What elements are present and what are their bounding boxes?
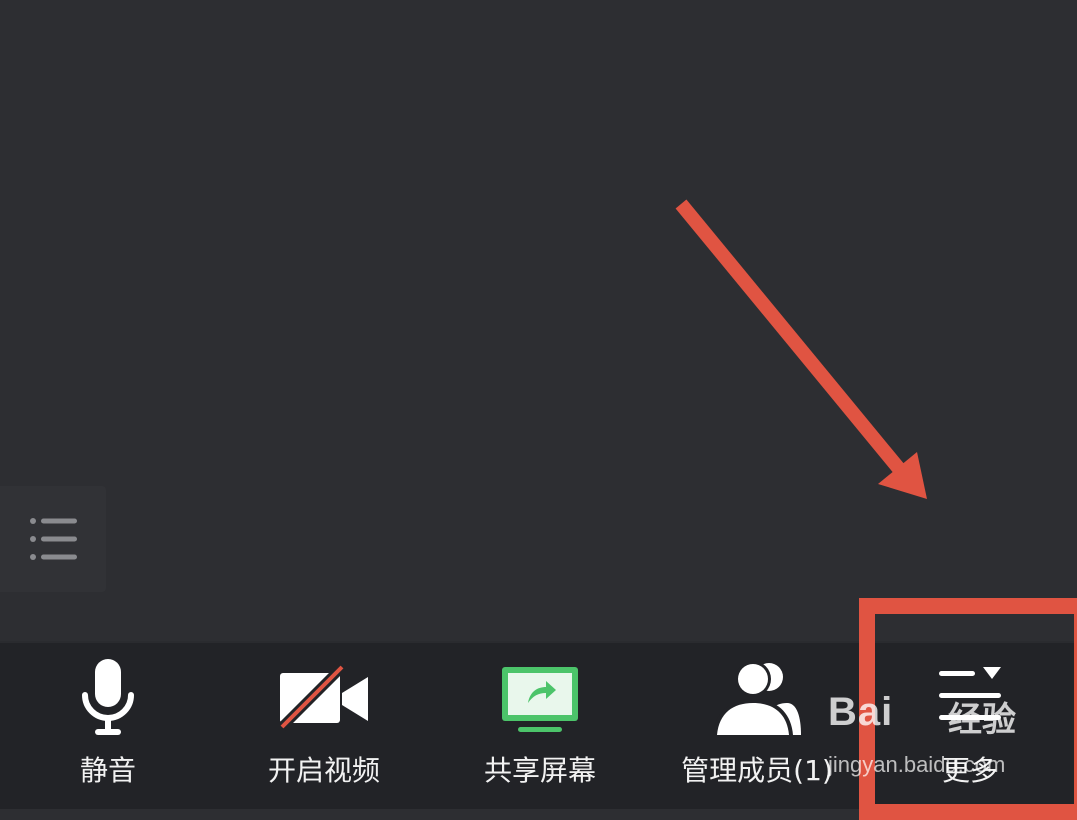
share-screen-button[interactable]: 共享屏幕 xyxy=(460,643,620,809)
more-button[interactable]: 更多 xyxy=(900,643,1040,809)
mute-label: 静音 xyxy=(79,754,136,787)
meeting-toolbar: 静音 开启视频 共享屏幕 管理成员(1) 更多 xyxy=(0,641,1077,809)
start-video-button[interactable]: 开启视频 xyxy=(234,643,414,809)
video-area xyxy=(0,0,1077,641)
more-menu-icon xyxy=(939,667,1001,720)
start-video-label: 开启视频 xyxy=(267,754,380,787)
share-screen-label: 共享屏幕 xyxy=(483,754,596,787)
list-icon xyxy=(30,518,77,560)
mute-button[interactable]: 静音 xyxy=(38,643,178,809)
manage-members-label: 管理成员(1) xyxy=(681,754,833,787)
participant-list-toggle[interactable] xyxy=(0,486,106,592)
manage-members-button[interactable]: 管理成员(1) xyxy=(672,643,842,809)
more-label: 更多 xyxy=(941,754,998,787)
video-camera-off-icon xyxy=(278,663,368,731)
microphone-icon xyxy=(82,659,134,735)
members-icon xyxy=(713,661,801,735)
share-screen-icon xyxy=(502,667,578,732)
